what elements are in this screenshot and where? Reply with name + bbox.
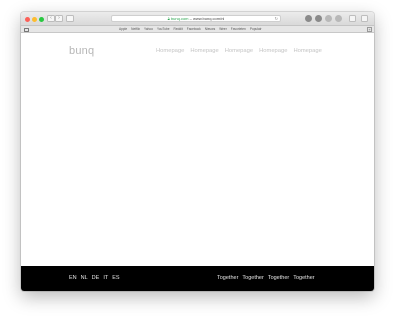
favorite-link[interactable]: Reddit xyxy=(174,26,183,33)
language-link[interactable]: ES xyxy=(112,275,119,281)
tabs-overview-button[interactable] xyxy=(361,15,368,22)
nav-link-homepage[interactable]: Homepage xyxy=(156,48,184,54)
page-footer: EN NL DE IT ES Together Together Together Toget… xyxy=(21,266,374,291)
reload-icon[interactable]: ↻ xyxy=(275,16,278,21)
favorite-link[interactable]: Favorieten xyxy=(231,26,246,33)
favorite-link[interactable]: Populair xyxy=(250,26,262,33)
language-link[interactable]: DE xyxy=(92,275,100,281)
browser-toolbar: ‹ › 🔒︎ bunq.com – www.bunq.com/nl ↻ xyxy=(21,12,374,26)
close-window-button[interactable] xyxy=(25,16,30,22)
new-tab-button[interactable]: + xyxy=(367,27,372,32)
language-link[interactable]: IT xyxy=(103,275,108,281)
footer-link-together[interactable]: Together xyxy=(293,275,314,281)
sidebar-button[interactable] xyxy=(66,15,74,22)
favorite-link[interactable]: Yahoo xyxy=(144,26,153,33)
favorite-link[interactable]: Apple xyxy=(119,26,127,33)
footer-link-together[interactable]: Together xyxy=(242,275,263,281)
minimize-window-button[interactable] xyxy=(32,16,37,22)
sidebar-toggle-icon[interactable] xyxy=(24,27,29,32)
web-page: bunq Homepage Homepage Homepage Homepage Hom… xyxy=(21,34,374,291)
favorites-list: Apple Netflix Yahoo YouTube Reddit Facebook Ni… xyxy=(119,26,262,33)
address-bar[interactable]: 🔒︎ bunq.com – www.bunq.com/nl ↻ xyxy=(111,15,281,22)
maximize-window-button[interactable] xyxy=(39,16,44,22)
back-button[interactable]: ‹ xyxy=(47,15,55,22)
favorites-bar: Apple Netflix Yahoo YouTube Reddit Facebook Ni… xyxy=(21,26,374,33)
lock-icon: 🔒︎ xyxy=(167,16,170,21)
forward-button[interactable]: › xyxy=(55,15,63,22)
share-button[interactable] xyxy=(349,15,356,22)
site-logo[interactable]: bunq xyxy=(69,45,94,57)
favorite-link[interactable]: Facebook xyxy=(187,26,201,33)
favorite-link[interactable]: Nieuws xyxy=(205,26,215,33)
nav-link-homepage[interactable]: Homepage xyxy=(259,48,287,54)
nav-link-homepage[interactable]: Homepage xyxy=(225,48,253,54)
url-text: – www.bunq.com/nl xyxy=(189,16,225,21)
language-link[interactable]: NL xyxy=(81,275,88,281)
download-icon[interactable] xyxy=(325,15,332,22)
favorite-link[interactable]: Netflix xyxy=(131,26,140,33)
nav-link-homepage[interactable]: Homepage xyxy=(190,48,218,54)
top-navigation: Homepage Homepage Homepage Homepage Homepage xyxy=(156,48,322,54)
favorite-link[interactable]: YouTube xyxy=(157,26,170,33)
language-link[interactable]: EN xyxy=(69,275,77,281)
browser-window: ‹ › 🔒︎ bunq.com – www.bunq.com/nl ↻ Appl… xyxy=(21,12,374,291)
language-selector: EN NL DE IT ES xyxy=(69,275,120,281)
footer-navigation: Together Together Together Together xyxy=(217,275,315,281)
extension-icon[interactable] xyxy=(305,15,312,22)
secure-site-label: bunq.com xyxy=(170,16,189,21)
favorite-link[interactable]: Weer xyxy=(219,26,227,33)
footer-link-together[interactable]: Together xyxy=(217,275,238,281)
account-icon[interactable] xyxy=(335,15,342,22)
nav-link-homepage[interactable]: Homepage xyxy=(293,48,321,54)
footer-link-together[interactable]: Together xyxy=(268,275,289,281)
settings-icon[interactable] xyxy=(315,15,322,22)
